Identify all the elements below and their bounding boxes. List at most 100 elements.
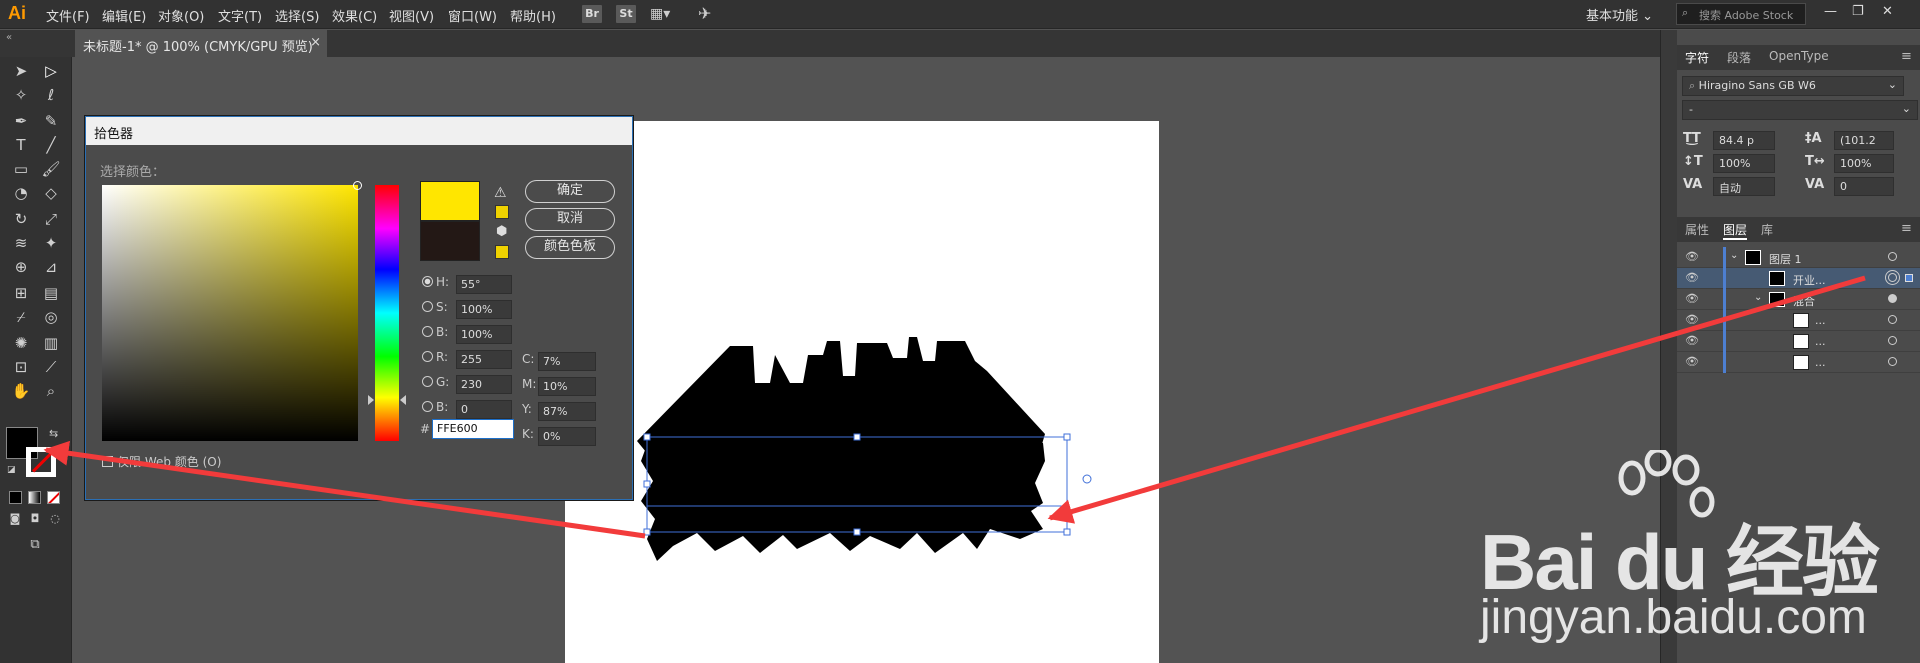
magenta-field[interactable]: 10% <box>538 377 596 396</box>
layer-row[interactable]: 👁 ... <box>1677 331 1920 352</box>
rectangle-tool-icon[interactable]: ▭ <box>10 159 32 179</box>
symbol-sprayer-tool-icon[interactable]: ✺ <box>10 333 32 353</box>
column-graph-tool-icon[interactable]: ▥ <box>40 333 62 353</box>
headline-text-shape[interactable] <box>641 437 1045 561</box>
magic-wand-tool-icon[interactable]: ✧ <box>10 85 32 105</box>
collapse-icon[interactable]: « <box>6 32 12 43</box>
mesh-tool-icon[interactable]: ⊞ <box>10 283 32 303</box>
tab-opentype[interactable]: OpenType <box>1769 49 1829 63</box>
layer-row[interactable]: 👁 ⌄ 混合 <box>1677 289 1920 310</box>
target-circle-icon[interactable] <box>1888 357 1897 366</box>
green-radio[interactable] <box>422 376 433 387</box>
yellow-field[interactable]: 87% <box>538 402 596 421</box>
brightness-radio[interactable] <box>422 326 433 337</box>
saturation-brightness-field[interactable] <box>102 185 358 441</box>
cyan-field[interactable]: 7% <box>538 352 596 371</box>
black-field[interactable]: 0% <box>538 427 596 446</box>
scale-tool-icon[interactable]: ⤢ <box>40 209 62 229</box>
draw-inside-icon[interactable]: ◌ <box>44 509 66 529</box>
vertical-scale-field[interactable]: 100% <box>1713 154 1775 173</box>
rotate-tool-icon[interactable]: ↻ <box>10 209 32 229</box>
pen-tool-icon[interactable]: ✒ <box>10 111 32 131</box>
default-colors-icon[interactable]: ◪ <box>7 465 16 475</box>
web-only-option[interactable]: 仅限 Web 颜色 (O) <box>102 453 221 470</box>
hue-slider-left-handle[interactable] <box>368 395 374 405</box>
selection-tool-icon[interactable]: ➤ <box>10 61 32 81</box>
hue-slider-right-handle[interactable] <box>400 395 406 405</box>
red-radio[interactable] <box>422 351 433 362</box>
hue-radio[interactable] <box>422 276 433 287</box>
leading-field[interactable]: (101.2 <box>1834 131 1894 150</box>
type-tool-icon[interactable]: T <box>10 135 32 155</box>
hue-field[interactable]: 55° <box>456 275 512 294</box>
tab-properties[interactable]: 属性 <box>1685 221 1709 238</box>
visibility-eye-icon[interactable]: 👁 <box>1685 250 1699 263</box>
tracking-field[interactable]: 0 <box>1834 177 1894 196</box>
arrange-documents-icon[interactable]: ▦▾ <box>650 6 670 22</box>
stroke-swatch[interactable] <box>26 447 56 477</box>
chevron-down-icon[interactable]: ⌄ <box>1730 250 1738 261</box>
target-circle-icon[interactable] <box>1888 252 1897 261</box>
minimize-button[interactable]: — <box>1824 4 1837 19</box>
layer-row[interactable]: 👁 ... <box>1677 352 1920 373</box>
eyedropper-tool-icon[interactable]: ⌿ <box>10 307 32 327</box>
cancel-button[interactable]: 取消 <box>525 208 615 231</box>
target-circle-icon[interactable] <box>1888 273 1897 282</box>
ok-button[interactable]: 确定 <box>525 180 615 203</box>
draw-behind-icon[interactable]: ◘ <box>24 509 46 529</box>
menu-edit[interactable]: 编辑(E) <box>102 6 146 25</box>
tab-layers[interactable]: 图层 <box>1723 221 1748 240</box>
workspace-switcher[interactable]: 基本功能 ⌄ <box>1586 5 1653 24</box>
red-field[interactable]: 255 <box>456 350 512 369</box>
green-field[interactable]: 230 <box>456 375 512 394</box>
visibility-eye-icon[interactable]: 👁 <box>1685 355 1699 368</box>
web-safe-correction-swatch[interactable] <box>495 245 509 259</box>
selection-indicator[interactable] <box>1905 274 1913 282</box>
hex-input[interactable]: FFE600 <box>432 419 514 439</box>
bridge-button[interactable]: Br <box>582 5 602 23</box>
document-tab[interactable]: 未标题-1* @ 100% (CMYK/GPU 预览) × <box>75 30 327 57</box>
saturation-radio[interactable] <box>422 301 433 312</box>
font-style-select[interactable]: - ⌄ <box>1682 100 1918 120</box>
gradient-tool-icon[interactable]: ▤ <box>40 283 62 303</box>
menu-type[interactable]: 文字(T) <box>218 6 262 25</box>
layer-row[interactable]: 👁 ⌄ 图层 1 <box>1677 247 1920 268</box>
target-circle-icon[interactable] <box>1888 336 1897 345</box>
target-circle-icon[interactable] <box>1888 294 1897 303</box>
brightness-field[interactable]: 100% <box>456 325 512 344</box>
blue-radio[interactable] <box>422 401 433 412</box>
hand-tool-icon[interactable]: ✋ <box>10 381 32 401</box>
hue-slider[interactable] <box>375 185 399 441</box>
close-tab-icon[interactable]: × <box>310 35 321 50</box>
menu-file[interactable]: 文件(F) <box>46 6 90 25</box>
stock-search-input[interactable]: ⌕ 搜索 Adobe Stock <box>1676 3 1806 25</box>
swap-fill-stroke-icon[interactable]: ⇆ <box>49 427 58 440</box>
layer-row[interactable]: 👁 ... <box>1677 310 1920 331</box>
lasso-tool-icon[interactable]: ℓ <box>40 85 62 105</box>
eraser-tool-icon[interactable]: ◇ <box>40 183 62 203</box>
menu-select[interactable]: 选择(S) <box>275 6 319 25</box>
zoom-tool-icon[interactable]: ⌕ <box>40 381 62 401</box>
blend-tool-icon[interactable]: ◎ <box>40 307 62 327</box>
menu-object[interactable]: 对象(O) <box>158 6 204 25</box>
saturation-field[interactable]: 100% <box>456 300 512 319</box>
current-color-swatch[interactable] <box>420 221 480 261</box>
panel-menu-icon[interactable]: ≡ <box>1901 221 1912 236</box>
color-swatches-button[interactable]: 颜色色板 <box>525 236 615 259</box>
layer-row[interactable]: 👁 开业... <box>1677 268 1920 289</box>
menu-view[interactable]: 视图(V) <box>389 6 434 25</box>
tab-character[interactable]: 字符 <box>1685 49 1709 66</box>
stock-button[interactable]: St <box>616 5 636 23</box>
tab-libraries[interactable]: 库 <box>1761 221 1773 238</box>
puppet-warp-tool-icon[interactable]: ✦ <box>40 233 62 253</box>
visibility-eye-icon[interactable]: 👁 <box>1685 334 1699 347</box>
target-circle-icon[interactable] <box>1888 315 1897 324</box>
gradient-mode-icon[interactable] <box>28 491 41 504</box>
artboard[interactable] <box>565 121 1159 663</box>
perspective-grid-tool-icon[interactable]: ⊿ <box>40 257 62 277</box>
curvature-tool-icon[interactable]: ✎ <box>40 111 62 131</box>
chevron-down-icon[interactable]: ⌄ <box>1754 292 1762 303</box>
kerning-field[interactable]: 自动 <box>1713 177 1775 196</box>
gamut-correction-swatch[interactable] <box>495 205 509 219</box>
draw-normal-icon[interactable]: ◙ <box>4 509 26 529</box>
